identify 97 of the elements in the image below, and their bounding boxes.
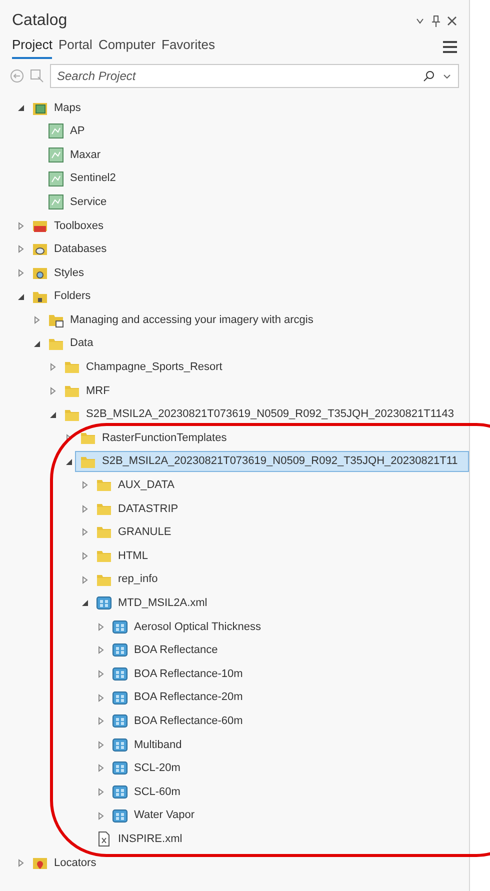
folder-connection-icon	[48, 312, 64, 328]
tree-item[interactable]: DATASTRIP	[91, 498, 469, 520]
expand-arrow-icon[interactable]	[96, 740, 104, 749]
chevron-down-icon[interactable]	[415, 16, 425, 26]
folder-icon	[96, 477, 112, 494]
tree-item[interactable]: MTD_MSIL2A.xml	[91, 592, 469, 614]
raster-icon	[112, 808, 128, 824]
map-icon	[48, 194, 64, 210]
close-icon[interactable]	[447, 16, 457, 26]
expand-arrow-icon[interactable]	[16, 222, 24, 230]
tree-item[interactable]: BOA Reflectance-10m	[107, 664, 469, 685]
pin-icon[interactable]	[431, 15, 441, 27]
folder-icon	[80, 430, 96, 446]
tab[interactable]: Favorites	[162, 35, 215, 59]
map-icon	[48, 170, 64, 187]
search-field[interactable]: Search Project	[50, 64, 459, 88]
tree-item[interactable]: SCL-60m	[107, 782, 469, 803]
raster-icon	[112, 666, 128, 682]
tree-item[interactable]: Aerosol Optical Thickness	[107, 616, 469, 638]
tree-item[interactable]: Styles	[27, 262, 469, 284]
expand-arrow-icon[interactable]	[80, 528, 88, 536]
raster-icon	[112, 618, 128, 635]
expand-arrow-icon[interactable]	[64, 434, 72, 442]
tree-item[interactable]: Folders	[27, 286, 469, 308]
raster-icon	[112, 713, 128, 730]
collapse-arrow-icon[interactable]	[32, 340, 40, 348]
collapse-arrow-icon[interactable]	[80, 599, 88, 608]
tab[interactable]: Portal	[58, 35, 92, 59]
tree-item[interactable]: BOA Reflectance	[107, 640, 469, 661]
tree-item[interactable]: Managing and accessing your imagery with arcgis	[43, 310, 469, 331]
map-icon	[48, 146, 64, 163]
tree-item[interactable]: Toolboxes	[27, 215, 469, 236]
window-title: Catalog	[12, 11, 68, 31]
tree-item[interactable]: Maps	[27, 97, 469, 118]
tree-item[interactable]: Service	[43, 192, 469, 213]
locate-icon[interactable]	[30, 69, 44, 83]
collapse-arrow-icon[interactable]	[16, 104, 24, 112]
folder-icon	[96, 524, 112, 540]
tree-item[interactable]: MRF	[59, 380, 469, 402]
expand-arrow-icon[interactable]	[96, 670, 104, 678]
tree-item[interactable]: Databases	[27, 238, 469, 260]
tab[interactable]: Project	[12, 35, 52, 59]
expand-arrow-icon[interactable]	[80, 481, 88, 490]
raster-icon	[112, 784, 128, 800]
expand-arrow-icon[interactable]	[96, 694, 104, 702]
raster-icon	[112, 760, 128, 776]
dropdown-icon[interactable]	[443, 72, 451, 80]
folder-icon	[64, 359, 80, 376]
expand-arrow-icon[interactable]	[96, 717, 104, 726]
tree-item[interactable]: RasterFunctionTemplates	[75, 428, 469, 449]
back-icon[interactable]	[10, 69, 24, 83]
tree-item[interactable]: BOA Reflectance-60m	[107, 710, 469, 732]
tree-item[interactable]: Champagne_Sports_Resort	[59, 356, 469, 378]
database-folder-icon	[32, 241, 48, 258]
tree-item[interactable]: Water Vapor	[107, 805, 469, 826]
search-icon[interactable]	[423, 70, 435, 82]
tree-item[interactable]: BOA Reflectance-20m	[107, 687, 469, 708]
expand-arrow-icon[interactable]	[80, 552, 88, 560]
expand-arrow-icon[interactable]	[48, 386, 56, 395]
expand-arrow-icon[interactable]	[96, 764, 104, 772]
tree-item[interactable]: Sentinel2	[43, 168, 469, 190]
tree-item[interactable]: S2B_MSIL2A_20230821T073619_N0509_R092_T35JQH_20230821T11	[75, 451, 469, 472]
tree-item[interactable]: AP	[43, 120, 469, 142]
tree-item[interactable]: INSPIRE.xml	[91, 828, 469, 850]
tree-item[interactable]: HTML	[91, 546, 469, 567]
tree-item[interactable]: Data	[43, 333, 469, 354]
tree-item[interactable]: AUX_DATA	[91, 474, 469, 496]
expand-arrow-icon[interactable]	[80, 576, 88, 584]
tree-item[interactable]: rep_info	[91, 569, 469, 590]
raster-icon	[112, 690, 128, 706]
tab[interactable]: Computer	[98, 35, 156, 59]
xml-file-icon	[96, 831, 112, 848]
tree-item[interactable]: SCL-20m	[107, 758, 469, 779]
collapse-arrow-icon[interactable]	[64, 458, 72, 466]
map-icon	[48, 123, 64, 140]
tree-item[interactable]: Multiband	[107, 734, 469, 756]
tree-item[interactable]: Maxar	[43, 144, 469, 166]
tree-item[interactable]: S2B_MSIL2A_20230821T073619_N0509_R092_T35JQH_20230821T1143	[59, 404, 469, 426]
raster-icon	[112, 736, 128, 753]
collapse-arrow-icon[interactable]	[16, 292, 24, 301]
expand-arrow-icon[interactable]	[16, 245, 24, 254]
menu-icon[interactable]	[443, 41, 457, 53]
expand-arrow-icon[interactable]	[16, 858, 24, 867]
collapse-arrow-icon[interactable]	[48, 410, 56, 419]
raster-icon	[96, 595, 112, 612]
expand-arrow-icon[interactable]	[96, 646, 104, 654]
tree-item[interactable]: Locators	[27, 852, 469, 874]
tree-item[interactable]: GRANULE	[91, 522, 469, 543]
raster-icon	[112, 642, 128, 658]
folder-icon	[96, 548, 112, 564]
expand-arrow-icon[interactable]	[32, 316, 40, 324]
expand-arrow-icon[interactable]	[48, 363, 56, 372]
expand-arrow-icon[interactable]	[80, 504, 88, 513]
expand-arrow-icon[interactable]	[96, 788, 104, 796]
expand-arrow-icon[interactable]	[96, 622, 104, 631]
expand-arrow-icon[interactable]	[16, 268, 24, 277]
expand-arrow-icon[interactable]	[96, 812, 104, 820]
